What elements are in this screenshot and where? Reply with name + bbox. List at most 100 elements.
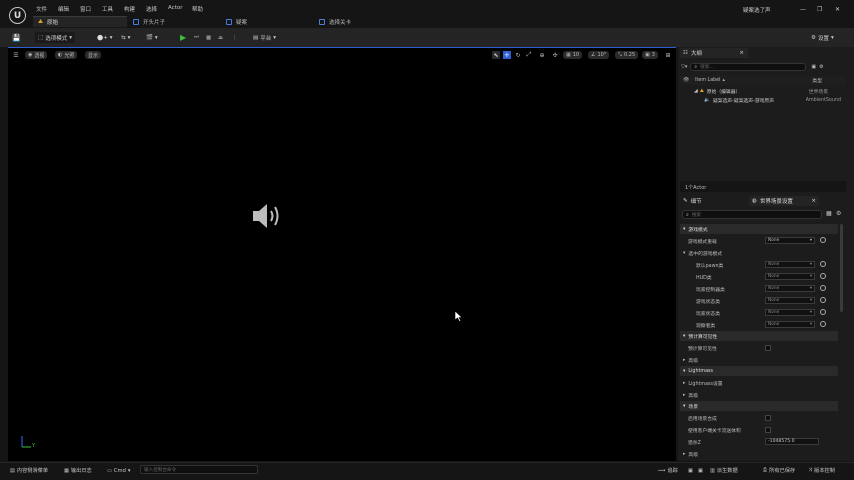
- stop-button[interactable]: ■: [206, 32, 211, 43]
- tab-level-original[interactable]: ⛰ 原始: [33, 16, 127, 27]
- all-saved-button[interactable]: ⎙ 所有已保存: [763, 466, 795, 475]
- gamemode-override-select[interactable]: None ▾: [765, 237, 815, 244]
- menu-help[interactable]: 帮助: [192, 5, 203, 13]
- save-icon[interactable]: 💾: [12, 32, 21, 43]
- filter-icon[interactable]: ▽▾: [681, 64, 687, 70]
- derived-data-icon[interactable]: ▣: [688, 466, 693, 475]
- hamburger-icon[interactable]: ☰: [12, 51, 20, 59]
- column-type[interactable]: 类型: [812, 77, 822, 84]
- row-advanced[interactable]: ▸ 高级: [680, 449, 838, 459]
- folder-add-icon[interactable]: ▣: [811, 64, 816, 70]
- rotation-snap-button[interactable]: ∠ 10°: [588, 51, 610, 59]
- menu-file[interactable]: 文件: [36, 5, 47, 13]
- menu-build[interactable]: 构建: [124, 5, 135, 13]
- console-input[interactable]: 输入控制台命令: [140, 465, 258, 474]
- tab-level-case[interactable]: 疑案: [221, 16, 313, 27]
- ambient-sound-speaker-icon[interactable]: [250, 201, 284, 231]
- details-search-input[interactable]: ⌕ 搜索: [682, 210, 822, 219]
- add-content-button[interactable]: ⬤+ ▾: [97, 32, 113, 43]
- play-options-icon[interactable]: ⋮: [232, 32, 238, 43]
- content-drawer-button[interactable]: ▤ 内容侧滑菜单: [10, 466, 48, 475]
- hud-class-select[interactable]: None ▾: [765, 273, 815, 280]
- tab-level-select[interactable]: 选择关卡: [314, 16, 406, 27]
- menu-tools[interactable]: 工具: [102, 5, 113, 13]
- surface-snap-icon[interactable]: ✣: [551, 51, 559, 59]
- browse-icon[interactable]: [820, 237, 826, 243]
- grid-snap-button[interactable]: ▦ 10: [563, 51, 583, 59]
- world-space-icon[interactable]: ⊕: [538, 51, 546, 59]
- game-state-select[interactable]: None ▾: [765, 297, 815, 304]
- output-log-button[interactable]: ▦ 输出日志: [64, 466, 92, 475]
- scale-tool-icon[interactable]: ⤢: [525, 51, 533, 59]
- world-composition-checkbox[interactable]: [765, 415, 771, 421]
- level-viewport[interactable]: [8, 47, 676, 461]
- close-window-button[interactable]: ✕: [835, 6, 840, 13]
- derived-data-icon[interactable]: ▣: [698, 466, 703, 475]
- close-icon[interactable]: ×: [811, 198, 816, 204]
- camera-speed-button[interactable]: ▣ 3: [642, 51, 658, 59]
- precomputed-visibility-checkbox[interactable]: [765, 345, 771, 351]
- list-item[interactable]: ◢ ⛰ 原始（编辑器） 世界场景: [680, 87, 846, 95]
- browse-icon[interactable]: [820, 273, 826, 279]
- settings-button[interactable]: ⚙ 设置 ▾: [811, 32, 834, 43]
- section-game-mode[interactable]: ▾ 游戏模式: [680, 224, 838, 234]
- cmd-button[interactable]: ▭ Cmd ▾: [107, 466, 130, 475]
- source-control-button[interactable]: ⤨ 版本控制: [808, 466, 835, 475]
- perspective-button[interactable]: ◉ 透视: [25, 51, 48, 59]
- lit-button[interactable]: ◐ 光照: [55, 51, 78, 59]
- row-advanced[interactable]: ▸ 高级: [680, 355, 838, 365]
- trace-button[interactable]: ⟿ 追踪: [658, 466, 678, 475]
- scale-snap-button[interactable]: ⤡ 0.25: [615, 51, 639, 59]
- section-precomputed-visibility[interactable]: ▾ 预计算可见性: [680, 331, 838, 341]
- browse-icon[interactable]: [820, 285, 826, 291]
- eject-button[interactable]: ⏏: [218, 32, 223, 43]
- expand-arrow-icon[interactable]: ◢: [694, 89, 698, 94]
- outliner-search-input[interactable]: ⌕ 搜索...: [690, 62, 807, 71]
- row-advanced[interactable]: ▸ 高级: [680, 390, 838, 400]
- details-tab[interactable]: ✎ 细节: [680, 196, 748, 206]
- eye-icon[interactable]: 👁: [683, 78, 689, 83]
- browse-icon[interactable]: [820, 261, 826, 267]
- section-world[interactable]: ▾ 场景: [680, 401, 838, 411]
- mode-select-button[interactable]: ⬚ 选项模式 ▾: [35, 32, 75, 43]
- default-pawn-select[interactable]: None ▾: [765, 261, 815, 268]
- menu-edit[interactable]: 编辑: [58, 5, 69, 13]
- kill-z-input[interactable]: -1048575.0: [765, 438, 819, 445]
- menu-actor[interactable]: Actor: [168, 5, 182, 11]
- show-button[interactable]: 显示: [85, 51, 102, 59]
- browse-icon[interactable]: [820, 297, 826, 303]
- column-item-label[interactable]: Item Label: [695, 78, 720, 83]
- menu-window[interactable]: 窗口: [80, 5, 91, 13]
- maximize-button[interactable]: ❐: [817, 6, 822, 13]
- world-settings-tab[interactable]: ◍ 世界场景设置 ×: [749, 196, 819, 206]
- menu-select[interactable]: 选择: [146, 5, 157, 13]
- player-controller-select[interactable]: None ▾: [765, 285, 815, 292]
- platform-button[interactable]: ▤ 平台 ▾: [253, 32, 276, 43]
- row-lightmass-settings[interactable]: ▸ Lightmass设置: [680, 378, 838, 388]
- unreal-logo-icon[interactable]: U: [9, 7, 26, 24]
- details-scrollbar[interactable]: [840, 224, 843, 312]
- play-button[interactable]: ▶: [180, 32, 186, 43]
- move-tool-icon[interactable]: ✛: [503, 51, 511, 59]
- section-lightmass[interactable]: ▾ Lightmass: [680, 366, 838, 376]
- outliner-tab[interactable]: ☷ 大纲 ×: [680, 48, 748, 58]
- select-tool-icon[interactable]: ⬉: [492, 51, 500, 59]
- maximize-viewport-icon[interactable]: ⊞: [664, 51, 672, 59]
- cinematics-button[interactable]: 🎬 ▾: [146, 32, 158, 43]
- derived-data-button[interactable]: ▥ 派生数据: [710, 466, 738, 475]
- spectator-select[interactable]: None ▾: [765, 321, 815, 328]
- gear-icon[interactable]: ⚙: [836, 210, 841, 217]
- table-view-icon[interactable]: ▦: [826, 210, 832, 217]
- subsection-selected-game-mode[interactable]: ▾ 选中的游戏模式: [680, 248, 838, 258]
- blueprint-button[interactable]: ⇆ ▾: [121, 32, 130, 43]
- tab-level-intro[interactable]: 开头片子: [128, 16, 220, 27]
- rotate-tool-icon[interactable]: ↻: [514, 51, 522, 59]
- close-icon[interactable]: ×: [739, 50, 744, 56]
- step-button[interactable]: ⏭: [194, 32, 199, 43]
- gear-icon[interactable]: ⚙: [819, 64, 823, 70]
- player-state-select[interactable]: None ▾: [765, 309, 815, 316]
- browse-icon[interactable]: [820, 321, 826, 327]
- client-streaming-checkbox[interactable]: [765, 427, 771, 433]
- browse-icon[interactable]: [820, 309, 826, 315]
- minimize-button[interactable]: —: [800, 6, 806, 13]
